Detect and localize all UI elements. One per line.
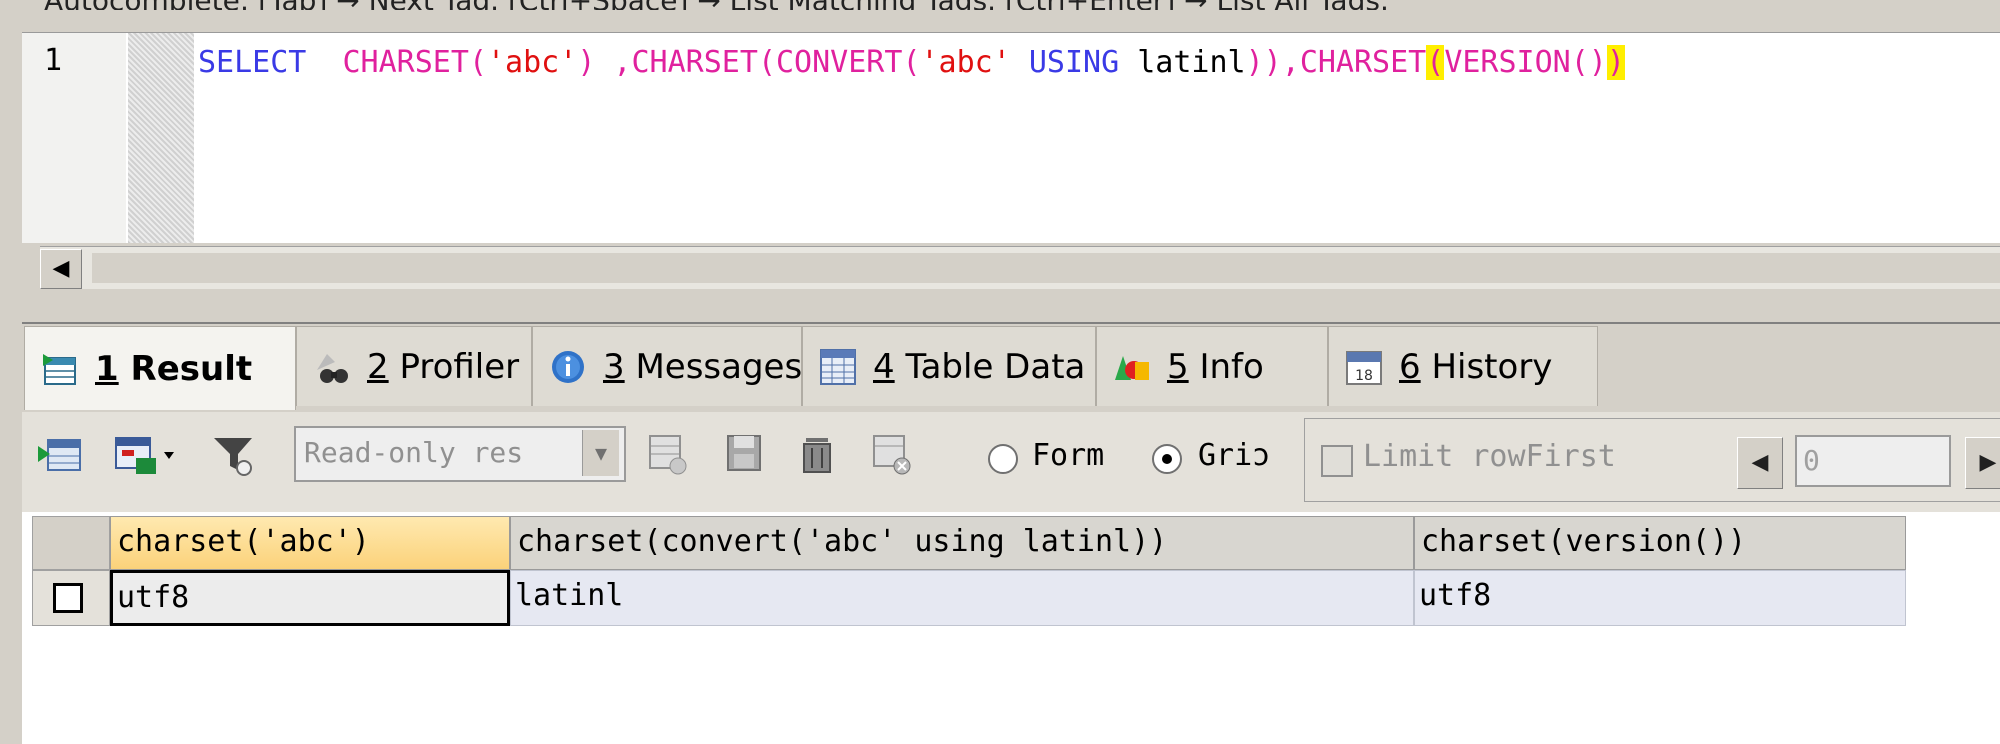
sql-token: CHARSET — [342, 45, 469, 80]
sql-editor[interactable]: 1 SELECT CHARSET('abc') ,CHARSET(CONVERT… — [22, 32, 2000, 243]
fold-margin — [128, 33, 194, 243]
tab-label: Profiler — [399, 346, 520, 387]
info-icon — [549, 348, 587, 386]
sql-token: ) — [577, 45, 596, 80]
sql-token: CHARSET — [631, 45, 758, 80]
grid-radio-label: Griɔ — [1198, 438, 1271, 473]
shapes-icon — [1113, 348, 1151, 386]
limit-rows-label: Limit rowFirst — [1363, 439, 1616, 474]
sql-token: ( — [902, 45, 921, 80]
tab-history[interactable]: 18 6 History — [1328, 326, 1598, 406]
sql-token: latinl — [1119, 45, 1246, 80]
sql-token: SELECT — [198, 45, 307, 80]
limit-rows-group: Limit rowFirst ◀ 0 ▶ — [1304, 418, 2000, 502]
limit-rows-checkbox[interactable] — [1321, 445, 1353, 477]
sql-token: ( — [1426, 45, 1445, 80]
cancel-changes-icon[interactable] — [870, 432, 914, 478]
tab-info[interactable]: 5 Info — [1096, 326, 1328, 406]
tab-label: History — [1431, 346, 1553, 387]
column-header[interactable]: charset(version()) — [1414, 516, 1906, 570]
sql-token: ) — [1606, 45, 1625, 80]
tab-table-data[interactable]: 4 Table Data — [802, 326, 1096, 406]
sql-token: )), — [1245, 45, 1300, 80]
result-tabs: 1 Result 2 Profiler 3 Messages 4 Table D… — [22, 326, 2000, 410]
result-toolbar: Read-only res ▼ Form Griɔ Limit rowFirst… — [22, 412, 2000, 512]
tab-profiler[interactable]: 2 Profiler — [296, 326, 532, 406]
line-gutter: 1 — [22, 33, 126, 243]
sql-token: ( — [468, 45, 487, 80]
export-icon[interactable] — [38, 432, 82, 478]
sql-token: () — [1570, 45, 1607, 80]
dropdown-value: Read-only res — [304, 436, 524, 469]
delete-icon[interactable] — [796, 432, 840, 478]
sql-token: , — [595, 45, 632, 80]
tab-label: Messages — [635, 346, 803, 387]
tab-result[interactable]: 1 Result — [24, 326, 296, 410]
tab-label: Table Data — [905, 346, 1086, 387]
result-mode-dropdown[interactable]: Read-only res ▼ — [294, 426, 626, 482]
next-page-button[interactable]: ▶ — [1965, 437, 2000, 489]
autocomplete-hint: Autocomplete: [Tab] → Next Tag. [Ctrl+Sp… — [44, 0, 2000, 10]
line-number: 1 — [44, 43, 63, 78]
sql-token: CHARSET — [1299, 45, 1427, 80]
table-cell[interactable]: latinl — [510, 570, 1414, 626]
tab-label: Result — [130, 348, 253, 389]
column-header[interactable]: charset('abc') — [110, 516, 510, 570]
result-icon — [41, 350, 79, 388]
grid-radio[interactable] — [1152, 444, 1182, 474]
scroll-left-button[interactable]: ◀ — [40, 249, 82, 289]
sql-token: CONVERT — [776, 45, 903, 80]
svg-text:18: 18 — [1355, 368, 1373, 384]
sql-token: 'abc' — [487, 45, 578, 80]
export-as-icon[interactable] — [114, 432, 184, 478]
profiler-icon — [313, 348, 351, 386]
result-grid: charset('abc') charset(convert('abc' usi… — [22, 512, 2000, 744]
column-header[interactable]: charset(convert('abc' using latinl)) — [510, 516, 1414, 570]
previous-page-button[interactable]: ◀ — [1737, 437, 1783, 489]
sql-token: ( — [757, 45, 776, 80]
table-cell[interactable]: utf8 — [110, 570, 510, 626]
grid-corner — [32, 516, 110, 570]
sql-query-text[interactable]: SELECT CHARSET('abc') ,CHARSET(CONVERT('… — [198, 43, 1625, 83]
tab-messages[interactable]: 3 Messages — [532, 326, 802, 406]
table-cell[interactable]: utf8 — [1414, 570, 1906, 626]
sql-token: USING — [1028, 45, 1120, 80]
calendar-icon: 18 — [1345, 348, 1383, 386]
scroll-thumb[interactable] — [92, 253, 2000, 283]
tab-label: Info — [1199, 346, 1264, 387]
sql-token: VERSION — [1444, 45, 1571, 80]
row-checkbox[interactable] — [53, 583, 83, 613]
save-icon[interactable] — [722, 432, 766, 478]
form-radio[interactable] — [988, 444, 1018, 474]
form-radio-label: Form — [1032, 438, 1105, 473]
table-icon — [819, 348, 857, 386]
row-selector[interactable] — [32, 570, 110, 626]
first-row-input[interactable]: 0 — [1795, 435, 1951, 487]
editor-horizontal-scrollbar[interactable]: ◀ — [40, 246, 2000, 289]
sql-token: 'abc' — [920, 45, 1011, 80]
pane-splitter[interactable] — [22, 292, 2000, 324]
chevron-down-icon[interactable]: ▼ — [582, 430, 619, 476]
add-row-icon[interactable] — [646, 432, 690, 478]
filter-icon[interactable] — [212, 432, 256, 478]
